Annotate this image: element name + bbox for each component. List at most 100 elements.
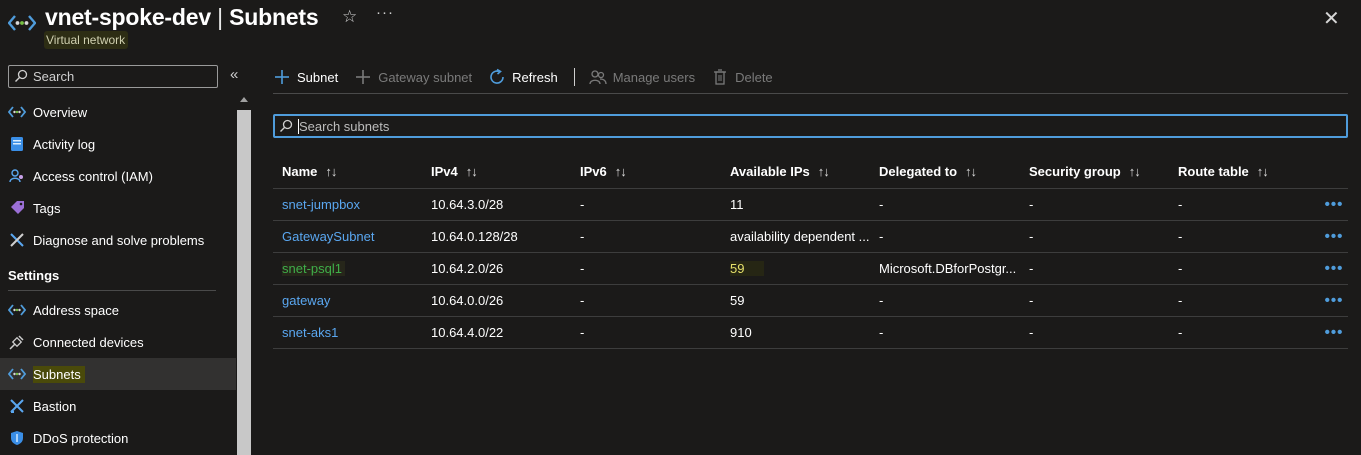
column-header-ipv4[interactable]: IPv4 ↑↓ <box>431 155 571 188</box>
security-group-cell: - <box>1029 197 1034 212</box>
add-gateway-subnet-label: Gateway subnet <box>378 69 473 85</box>
delegated-to-cell: Microsoft.DBforPostgr... <box>879 261 1017 276</box>
trash-icon <box>711 68 729 86</box>
row-more-options-icon[interactable]: ••• <box>1325 260 1344 277</box>
sidebar-item-diagnose[interactable]: Diagnose and solve problems <box>0 224 236 256</box>
delegated-to-cell: - <box>879 293 884 308</box>
sidebar-item-subnets[interactable]: Subnets <box>0 358 236 390</box>
table-row: snet-aks1 10.64.4.0/22 - 910 - - - ••• <box>273 317 1348 349</box>
subnet-name-link[interactable]: snet-jumpbox <box>282 197 360 212</box>
subnet-name-link[interactable]: gateway <box>282 293 330 308</box>
iam-icon <box>8 167 26 185</box>
sort-icon[interactable]: ↑↓ <box>325 164 337 179</box>
sidebar-item-ddos[interactable]: DDoS protection <box>0 422 236 454</box>
route-table-cell: - <box>1178 229 1183 244</box>
ipv6-cell: - <box>580 325 585 340</box>
ipv4-cell: 10.64.3.0/28 <box>431 197 504 212</box>
security-group-cell: - <box>1029 293 1034 308</box>
row-more-options-icon[interactable]: ••• <box>1325 324 1344 341</box>
column-header-label: Delegated to <box>879 164 958 179</box>
column-header-label: Route table <box>1178 164 1249 179</box>
subnet-name-link[interactable]: GatewaySubnet <box>282 229 375 244</box>
scrollbar-thumb[interactable] <box>237 110 251 455</box>
sidebar-item-label: Bastion <box>33 398 77 414</box>
delegated-to-cell: - <box>879 325 884 340</box>
manage-users-button[interactable]: Manage users <box>589 68 695 86</box>
refresh-icon <box>488 68 506 86</box>
delete-label: Delete <box>735 69 773 85</box>
wrench-icon <box>8 231 26 249</box>
toolbar-divider <box>573 68 575 86</box>
sort-icon[interactable]: ↑↓ <box>615 164 627 179</box>
route-table-cell: - <box>1178 325 1183 340</box>
sort-icon[interactable]: ↑↓ <box>466 164 478 179</box>
delegated-to-cell: - <box>879 229 884 244</box>
column-header-security-group[interactable]: Security group ↑↓ <box>1029 155 1169 188</box>
ipv4-cell: 10.64.4.0/22 <box>431 325 504 340</box>
sidebar-item-iam[interactable]: Access control (IAM) <box>0 160 236 192</box>
close-icon[interactable]: ✕ <box>1323 6 1340 31</box>
sort-icon[interactable]: ↑↓ <box>1129 164 1141 179</box>
sort-icon[interactable]: ↑↓ <box>965 164 977 179</box>
title-separator: | <box>217 4 223 30</box>
column-header-ipv6[interactable]: IPv6 ↑↓ <box>580 155 720 188</box>
tag-icon <box>8 199 26 217</box>
sidebar-search-placeholder: Search <box>33 69 75 84</box>
resource-name: vnet-spoke-dev <box>45 4 211 30</box>
sidebar-item-label: Subnets <box>33 365 85 383</box>
add-gateway-subnet-button[interactable]: Gateway subnet <box>354 68 472 86</box>
sidebar-item-label: Access control (IAM) <box>33 168 153 184</box>
available-ips-cell: 910 <box>730 325 752 340</box>
subnet-name-link[interactable]: snet-aks1 <box>282 325 338 340</box>
ipv6-cell: - <box>580 229 585 244</box>
scroll-up-arrow-icon[interactable] <box>240 97 248 102</box>
refresh-button[interactable]: Refresh <box>488 68 558 86</box>
security-group-cell: - <box>1029 261 1034 276</box>
sidebar-item-label: Address space <box>33 302 119 318</box>
sidebar-item-bastion[interactable]: Bastion <box>0 390 236 422</box>
search-subnets-input[interactable]: Search subnets <box>273 114 1348 138</box>
available-ips-cell: 59 <box>730 261 765 276</box>
sidebar-item-label: DDoS protection <box>33 430 129 446</box>
search-icon <box>15 69 28 82</box>
subnets-table: Name ↑↓ IPv4 ↑↓ IPv6 ↑↓ Available IPs ↑↓ Del… <box>273 155 1348 349</box>
row-more-options-icon[interactable]: ••• <box>1325 196 1344 213</box>
delete-button[interactable]: Delete <box>711 68 773 86</box>
sidebar-item-activity-log[interactable]: Activity log <box>0 128 236 160</box>
table-header-row: Name ↑↓ IPv4 ↑↓ IPv6 ↑↓ Available IPs ↑↓ Del… <box>273 155 1348 189</box>
sidebar-search-input[interactable]: Search <box>8 65 218 88</box>
sidebar-item-address-space[interactable]: Address space <box>0 294 236 326</box>
route-table-cell: - <box>1178 293 1183 308</box>
column-header-name[interactable]: Name ↑↓ <box>282 155 422 188</box>
plug-icon <box>8 333 26 351</box>
sort-icon[interactable]: ↑↓ <box>1257 164 1269 179</box>
sidebar-nav: Overview Activity log Access control (IA… <box>0 96 236 454</box>
sidebar-scrollbar[interactable] <box>236 95 252 455</box>
more-options-icon[interactable]: ··· <box>376 4 394 21</box>
sidebar-item-connected-devices[interactable]: Connected devices <box>0 326 236 358</box>
sidebar-item-tags[interactable]: Tags <box>0 192 236 224</box>
route-table-cell: - <box>1178 261 1183 276</box>
row-more-options-icon[interactable]: ••• <box>1325 292 1344 309</box>
ipv6-cell: - <box>580 293 585 308</box>
add-subnet-button[interactable]: Subnet <box>273 68 338 86</box>
subnet-name-link[interactable]: snet-psql1 <box>282 261 345 276</box>
row-more-options-icon[interactable]: ••• <box>1325 228 1344 245</box>
plus-icon <box>354 68 372 86</box>
available-ips-cell: 59 <box>730 293 745 308</box>
search-subnets-placeholder: Search subnets <box>299 119 390 134</box>
column-header-label: IPv6 <box>580 164 607 179</box>
column-header-delegated-to[interactable]: Delegated to ↑↓ <box>879 155 1019 188</box>
security-group-cell: - <box>1029 325 1034 340</box>
star-icon[interactable]: ☆ <box>342 7 357 27</box>
vnet-icon <box>8 301 26 319</box>
sidebar-item-label: Connected devices <box>33 334 144 350</box>
collapse-sidebar-icon[interactable]: « <box>230 66 238 83</box>
available-ips-cell: availability dependent ... <box>730 229 870 244</box>
column-header-available-ips[interactable]: Available IPs ↑↓ <box>730 155 876 188</box>
add-subnet-label: Subnet <box>297 69 339 85</box>
security-group-cell: - <box>1029 229 1034 244</box>
sort-icon[interactable]: ↑↓ <box>818 164 830 179</box>
sidebar-item-overview[interactable]: Overview <box>0 96 236 128</box>
column-header-route-table[interactable]: Route table ↑↓ <box>1178 155 1318 188</box>
